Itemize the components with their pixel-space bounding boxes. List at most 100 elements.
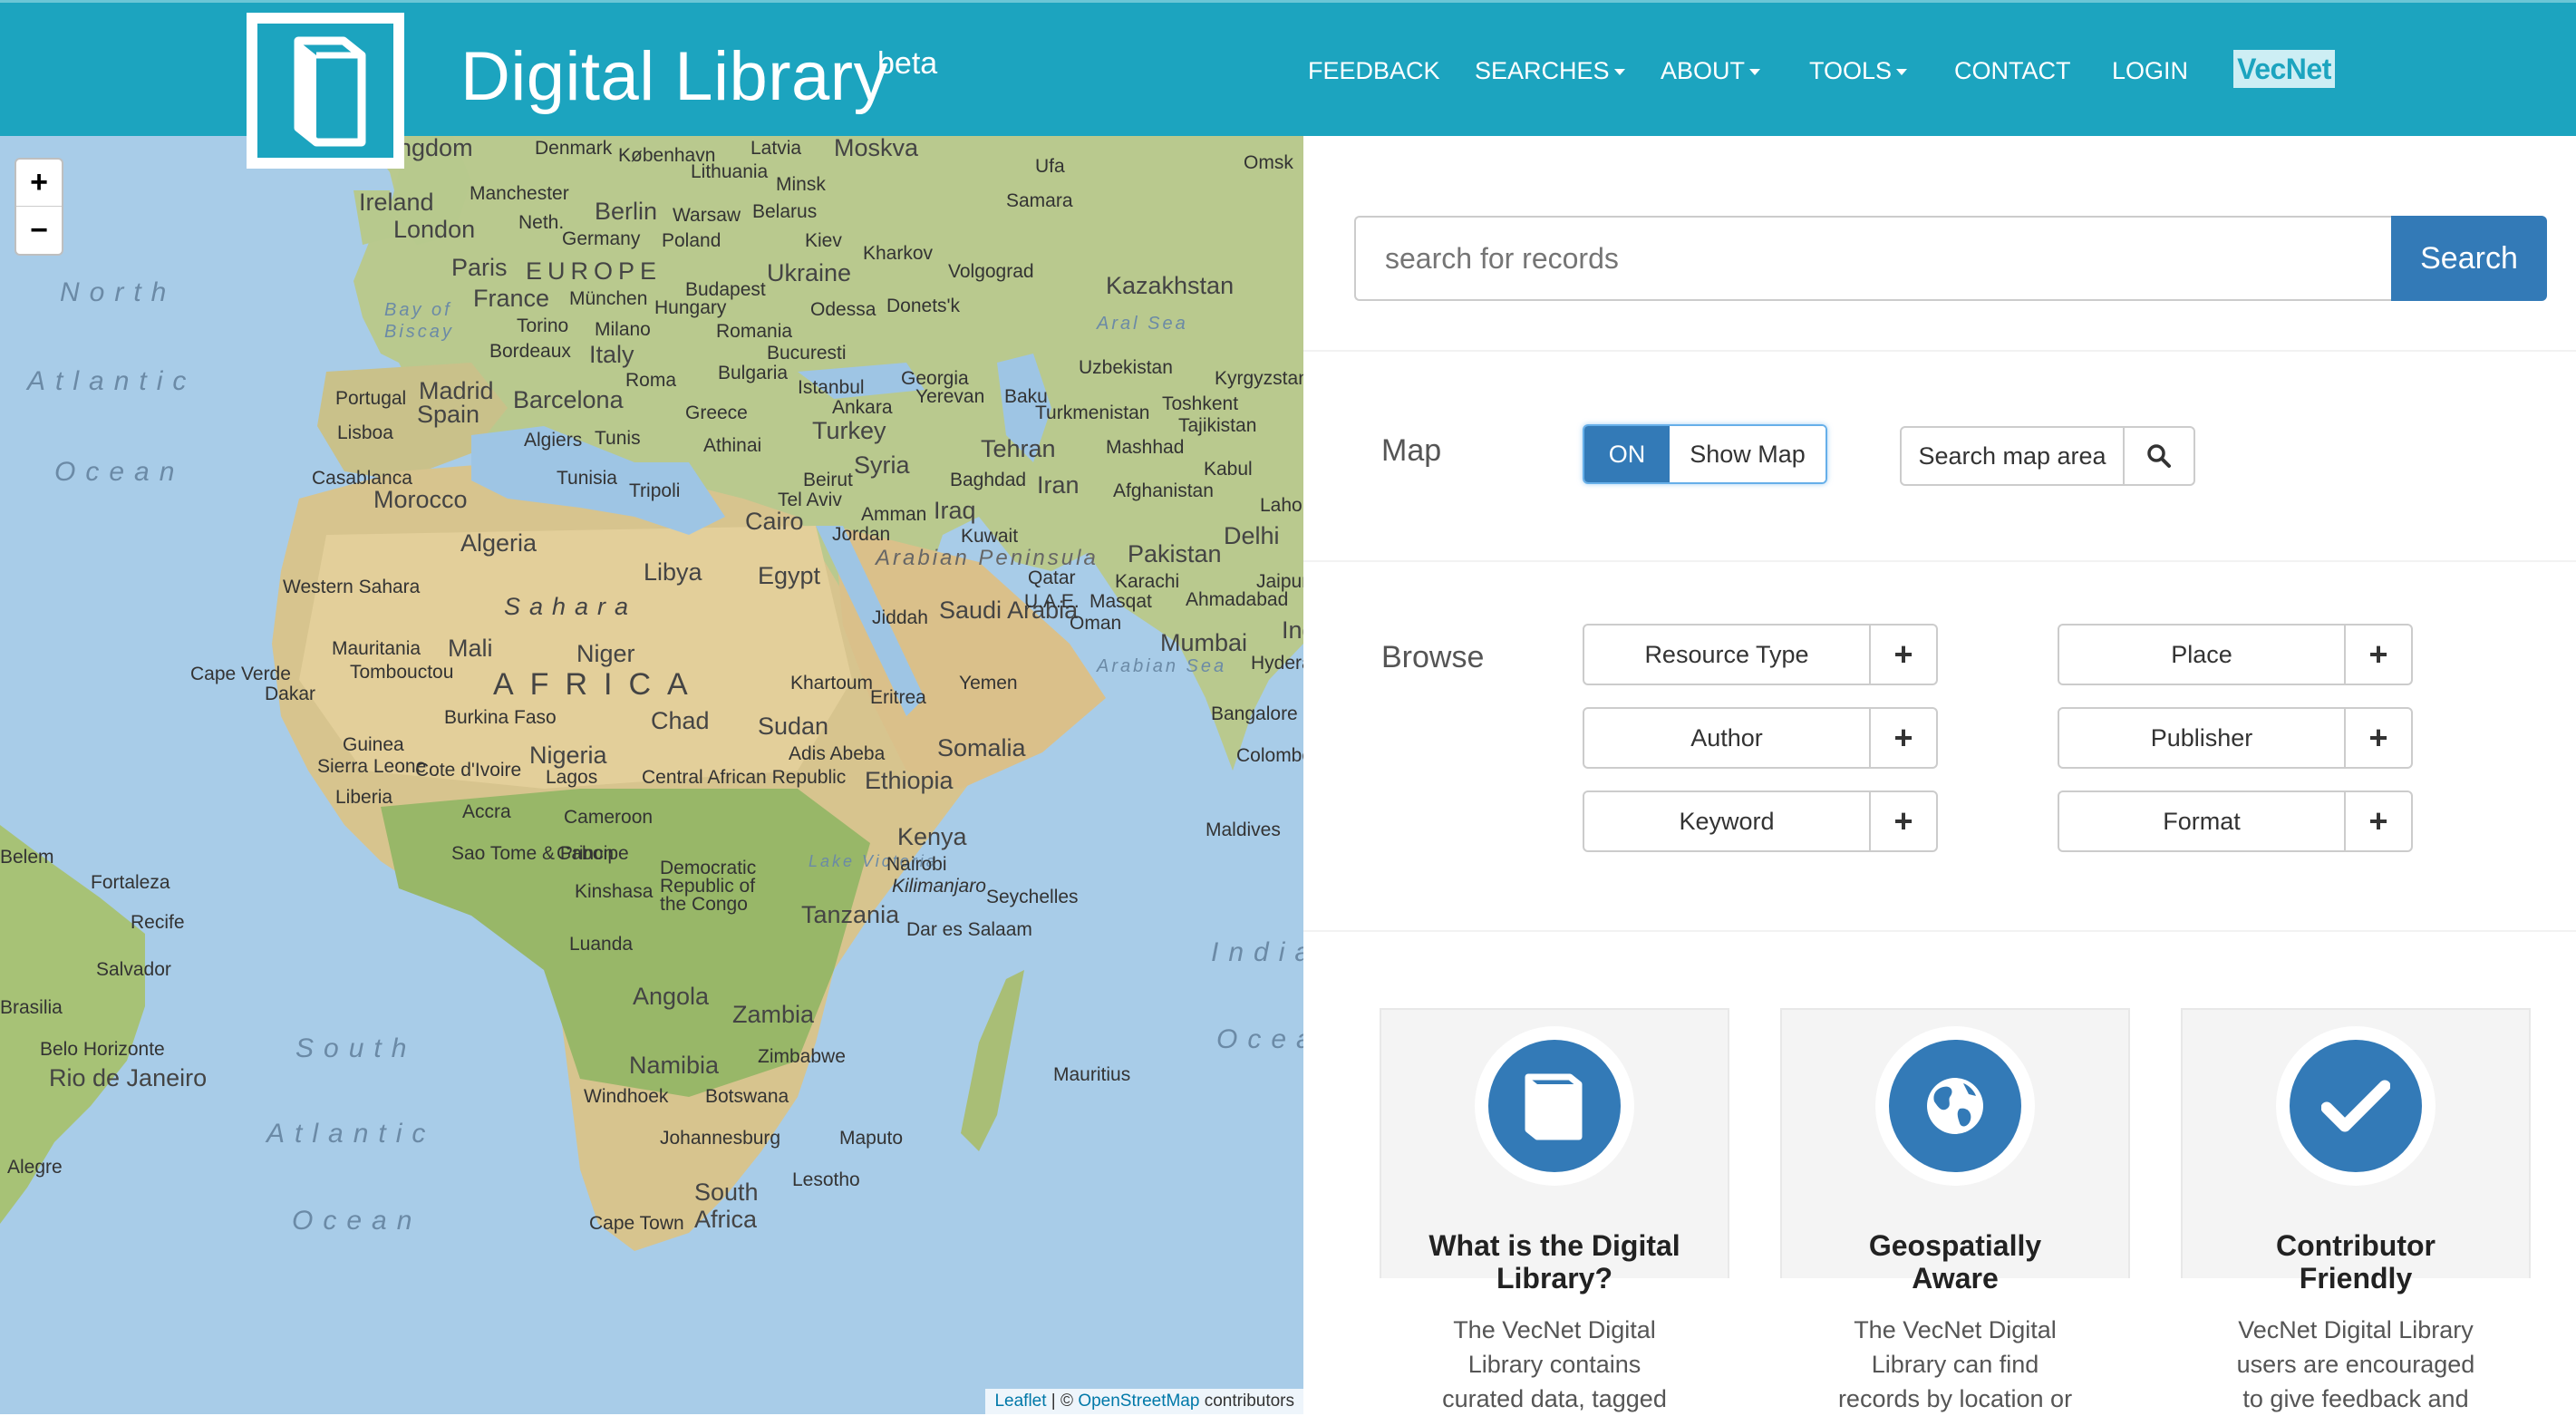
brand-title[interactable]: Digital Library	[460, 37, 888, 116]
plus-icon[interactable]: +	[1871, 709, 1936, 767]
map-view[interactable]: + − Kingdom Ireland London Manchester Be…	[0, 136, 1303, 1414]
browse-author[interactable]: Author +	[1583, 707, 1938, 769]
map-label: Tripoli	[629, 480, 681, 501]
browse-item-label: Format	[2059, 792, 2346, 850]
map-label: Dar es Salaam	[906, 919, 1032, 940]
map-label: Zimbabwe	[758, 1046, 846, 1067]
map-label: Rio de Janeiro	[49, 1064, 208, 1091]
map-label: Ocean	[292, 1206, 422, 1236]
map-label: Ahmadabad	[1186, 589, 1289, 610]
browse-format[interactable]: Format +	[2058, 790, 2413, 852]
feature-text-line: The VecNet Digital	[1854, 1316, 2057, 1343]
vecnet-logo-link[interactable]: VecNet	[2233, 50, 2335, 88]
openstreetmap-link[interactable]: OpenStreetMap	[1078, 1392, 1199, 1411]
nav-tools[interactable]: TOOLS	[1809, 57, 1908, 85]
map-label: Jordan	[832, 524, 891, 545]
map-attribution: Leaflet | © OpenStreetMap contributors	[985, 1389, 1303, 1414]
map-label: Ireland	[359, 189, 434, 216]
map-label: Italy	[589, 341, 634, 368]
feature-title: Contributor Friendly	[2181, 1229, 2531, 1295]
map-label: Bucuresti	[767, 343, 847, 364]
map-label: Eritrea	[870, 687, 926, 708]
browse-resource-type[interactable]: Resource Type +	[1583, 624, 1938, 685]
map-label: Germany	[562, 228, 641, 249]
map-label: Khartoum	[790, 673, 874, 693]
map-label: Lesotho	[792, 1169, 860, 1190]
map-label: Botswana	[705, 1086, 789, 1107]
search-map-area-button[interactable]: Search map area	[1900, 426, 2195, 486]
feature-text-line: records by location or	[1837, 1385, 2073, 1412]
map-label: Kinshasa	[575, 881, 654, 902]
map-label: Ukraine	[767, 259, 852, 286]
map-label: Western Sahara	[283, 577, 421, 597]
plus-icon[interactable]: +	[2346, 709, 2411, 767]
map-label: Delhi	[1224, 522, 1280, 549]
map-label: Istanbul	[798, 377, 865, 398]
map-label: Nigeria	[529, 742, 607, 769]
map-label: Warsaw	[673, 205, 741, 226]
browse-section-label: Browse	[1381, 640, 1485, 674]
map-label: AFRICA	[493, 667, 704, 702]
map-label: Lisboa	[337, 422, 393, 443]
plus-icon[interactable]: +	[1871, 626, 1936, 684]
map-label: Athinai	[703, 435, 762, 456]
map-label: Libya	[644, 558, 702, 586]
feature-text: The VecNet Digital Library contains cura…	[1380, 1313, 1729, 1416]
map-label: Atlantic	[266, 1119, 436, 1149]
map-label: Indian	[1211, 937, 1303, 967]
map-label: Johannesburg	[660, 1128, 781, 1149]
map-label: Liberia	[335, 787, 393, 808]
browse-publisher[interactable]: Publisher +	[2058, 707, 2413, 769]
map-label: Qatar	[1028, 567, 1076, 588]
plus-icon[interactable]: +	[2346, 792, 2411, 850]
nav-login-label: LOGIN	[2112, 57, 2189, 84]
map-label: London	[393, 216, 476, 243]
show-map-toggle[interactable]: ON Show Map	[1583, 424, 1827, 484]
plus-icon[interactable]: +	[1871, 792, 1936, 850]
feature-text-line: to give feedback and	[2242, 1385, 2469, 1412]
feature-title-line: Aware	[1912, 1262, 1999, 1295]
divider	[1303, 930, 2576, 932]
map-label: Mali	[448, 635, 493, 662]
map-label: Algeria	[460, 529, 537, 557]
browse-place[interactable]: Place +	[2058, 624, 2413, 685]
search-bar: Search	[1354, 216, 2547, 301]
map-label: Kilimanjaro	[892, 876, 986, 897]
divider	[1303, 560, 2576, 562]
feature-text-line: VecNet Digital Library	[2238, 1316, 2474, 1343]
map-label: Colombo	[1236, 745, 1303, 766]
map-label: Volgograd	[948, 261, 1034, 282]
map-label: Portugal	[335, 388, 407, 409]
map-label: Ocea	[1216, 1024, 1303, 1054]
zoom-in-button[interactable]: +	[16, 160, 62, 207]
map-label: København	[618, 145, 716, 166]
map-label: Lagos	[546, 767, 598, 788]
nav-searches[interactable]: SEARCHES	[1475, 57, 1625, 85]
search-button[interactable]: Search	[2391, 216, 2547, 301]
map-label: Masqat	[1089, 591, 1152, 612]
map-label: Tombouctou	[350, 662, 454, 683]
map-label: Maputo	[839, 1128, 904, 1149]
map-label: Oman	[1070, 613, 1122, 634]
feature-title-line: What is the Digital	[1428, 1229, 1680, 1262]
browse-keyword[interactable]: Keyword +	[1583, 790, 1938, 852]
search-input[interactable]	[1354, 216, 2391, 301]
map-label: Cote d'Ivoire	[415, 760, 522, 781]
leaflet-link[interactable]: Leaflet	[994, 1392, 1046, 1411]
zoom-out-button[interactable]: −	[16, 207, 62, 254]
map-label: Ufa	[1035, 156, 1065, 177]
nav-feedback[interactable]: FEEDBACK	[1308, 57, 1440, 85]
map-label: Latvia	[751, 138, 802, 159]
nav-about[interactable]: ABOUT	[1661, 57, 1761, 85]
map-label: Torino	[517, 315, 569, 336]
plus-icon[interactable]: +	[2346, 626, 2411, 684]
map-label: Morocco	[373, 486, 468, 513]
map-label: Nairobi	[886, 854, 947, 875]
nav-login[interactable]: LOGIN	[2112, 57, 2188, 85]
nav-contact[interactable]: CONTACT	[1954, 57, 2071, 85]
feature-title: Geospatially Aware	[1780, 1229, 2130, 1295]
map-label: Bulgaria	[718, 363, 789, 383]
site-logo[interactable]	[247, 13, 404, 169]
map-label: Samara	[1006, 190, 1073, 211]
feature-text: VecNet Digital Library users are encoura…	[2181, 1313, 2531, 1416]
